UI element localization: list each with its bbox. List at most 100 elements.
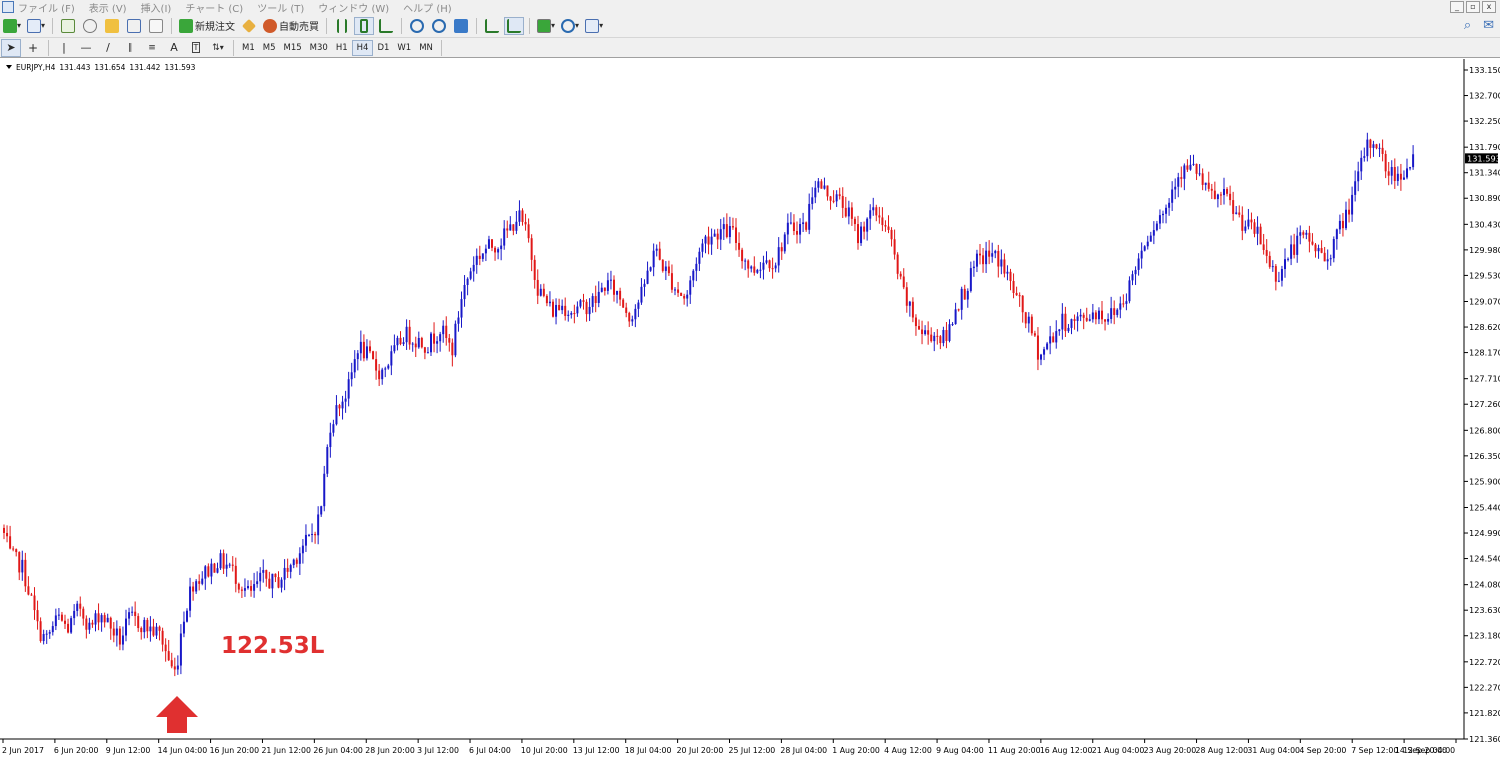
- bear-candle: [277, 577, 280, 588]
- bull-candle: [1131, 274, 1134, 281]
- arrows-button[interactable]: ⇅ ▾: [208, 39, 228, 57]
- bull-candle: [326, 447, 329, 474]
- new-order-button[interactable]: 新規注文: [177, 17, 237, 35]
- menu-chart[interactable]: チャート (C): [185, 0, 243, 15]
- timeframe-m30[interactable]: M30: [306, 40, 332, 56]
- timeframe-h1[interactable]: H1: [332, 40, 352, 56]
- templates-button[interactable]: ▾: [583, 17, 605, 35]
- candle-chart-button[interactable]: [354, 16, 375, 35]
- menu-help[interactable]: ヘルプ (H): [403, 0, 452, 15]
- timeframe-h4[interactable]: H4: [351, 39, 374, 56]
- bear-candle: [158, 626, 161, 631]
- bear-candle: [286, 567, 289, 572]
- bull-candle: [1351, 194, 1354, 215]
- navigator-button[interactable]: [80, 17, 100, 35]
- bear-candle: [875, 207, 878, 216]
- bar-chart-button[interactable]: [332, 17, 352, 35]
- collapse-triangle-icon[interactable]: [6, 65, 12, 69]
- bear-candle: [893, 239, 896, 255]
- toolbar-right-group: ⌕ ✉: [1464, 18, 1494, 33]
- market-watch-button[interactable]: [58, 17, 78, 35]
- bull-candle: [652, 250, 655, 268]
- indicators-button[interactable]: ▾: [535, 17, 557, 35]
- bull-candle: [1177, 177, 1180, 187]
- menu-tools[interactable]: ツール (T): [257, 0, 304, 15]
- timeframe-m1[interactable]: M1: [238, 40, 259, 56]
- standard-toolbar: ▾ ▾ 新規注文 自動売買 ▾ ▾ ▾ ⌕ ✉: [0, 14, 1500, 38]
- bull-candle: [1216, 194, 1219, 200]
- chart-shift-icon: [485, 18, 500, 33]
- bull-candle: [1396, 173, 1399, 181]
- price-tick-label: 129.980: [1469, 245, 1500, 255]
- text-tool-button[interactable]: A: [164, 39, 184, 57]
- bear-candle: [231, 564, 234, 566]
- bull-candle: [439, 334, 442, 342]
- line-chart-button[interactable]: [376, 17, 396, 35]
- bull-candle: [1280, 269, 1283, 281]
- crosshair-tool-button[interactable]: +: [23, 39, 43, 57]
- bull-candle: [579, 300, 582, 307]
- metaeditor-button[interactable]: [239, 17, 259, 35]
- price-tick-label: 131.790: [1469, 142, 1500, 152]
- terminal-button[interactable]: [124, 17, 144, 35]
- bear-candle: [237, 583, 240, 590]
- menu-file[interactable]: ファイル (F): [18, 0, 75, 15]
- menu-window[interactable]: ウィンドウ (W): [318, 0, 389, 15]
- close-button[interactable]: x: [1482, 1, 1496, 13]
- bull-candle: [1043, 349, 1046, 355]
- cursor-tool-button[interactable]: ➤: [1, 38, 21, 57]
- timeframe-w1[interactable]: W1: [393, 40, 415, 56]
- minimize-button[interactable]: _: [1450, 1, 1464, 13]
- bull-candle: [744, 260, 747, 262]
- zoom-in-button[interactable]: [407, 17, 427, 35]
- chat-icon[interactable]: ✉: [1483, 18, 1494, 33]
- trendline-button[interactable]: /: [98, 39, 118, 57]
- menu-view[interactable]: 表示 (V): [89, 0, 127, 15]
- bull-candle: [597, 291, 600, 303]
- search-icon[interactable]: ⌕: [1464, 18, 1471, 33]
- bull-candle: [359, 341, 362, 354]
- profiles-button[interactable]: ▾: [25, 17, 47, 35]
- tester-button[interactable]: [146, 17, 166, 35]
- bear-candle: [198, 581, 201, 584]
- time-tick-label: 2 Jun 2017: [2, 746, 44, 755]
- bear-candle: [658, 248, 661, 260]
- bull-candle: [1046, 343, 1049, 350]
- menu-insert[interactable]: 挿入(I): [141, 0, 172, 15]
- bull-candle: [115, 628, 118, 636]
- channel-button[interactable]: ∥: [120, 39, 140, 57]
- periods-button[interactable]: ▾: [559, 17, 581, 35]
- bear-candle: [146, 619, 149, 632]
- bear-candle: [911, 301, 914, 318]
- bear-candle: [33, 595, 36, 611]
- timeframe-mn[interactable]: MN: [415, 40, 437, 56]
- time-axis: 2 Jun 2017 6 Jun 20:00 9 Jun 12:00 14 Jun 0…: [2, 739, 1457, 755]
- timeframe-m15[interactable]: M15: [280, 40, 306, 56]
- bull-candle: [426, 352, 429, 354]
- bear-candle: [619, 290, 622, 300]
- fibonacci-button[interactable]: ≡: [142, 39, 162, 57]
- favorites-button[interactable]: [102, 17, 122, 35]
- bear-candle: [792, 222, 795, 232]
- auto-trade-button[interactable]: 自動売買: [261, 17, 321, 35]
- time-tick-label: 20 Jul 20:00: [677, 746, 724, 755]
- text-label-button[interactable]: T: [186, 39, 206, 57]
- bull-candle: [1338, 220, 1341, 230]
- bear-candle: [979, 253, 981, 256]
- bear-candle: [887, 226, 890, 230]
- bear-candle: [853, 218, 856, 225]
- vertical-line-button[interactable]: |: [54, 39, 74, 57]
- drawing-toolbar: ➤ + | — / ∥ ≡ A T ⇅ ▾ M1 M5 M15 M30 H1 H4…: [0, 38, 1500, 58]
- tile-windows-button[interactable]: [451, 17, 471, 35]
- horizontal-line-button[interactable]: —: [76, 39, 96, 57]
- restore-button[interactable]: ▫: [1466, 1, 1480, 13]
- metaeditor-icon: [241, 18, 257, 33]
- timeframe-m5[interactable]: M5: [259, 40, 280, 56]
- zoom-out-button[interactable]: [429, 17, 449, 35]
- new-chart-button[interactable]: ▾: [1, 17, 23, 35]
- bull-candle: [204, 566, 207, 579]
- bear-candle: [963, 288, 966, 300]
- timeframe-d1[interactable]: D1: [373, 40, 393, 56]
- chart-shift-button[interactable]: [482, 17, 502, 35]
- autoscroll-button[interactable]: [504, 16, 525, 35]
